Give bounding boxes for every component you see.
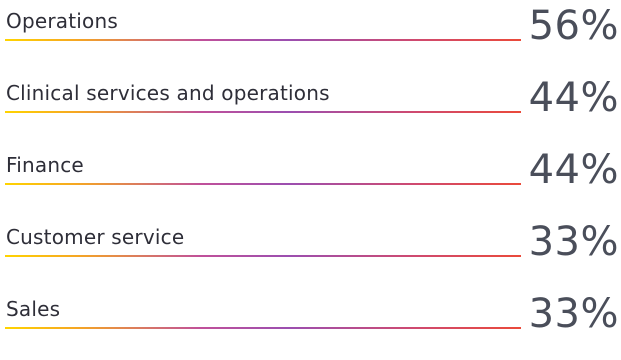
chart-row: Operations 56% xyxy=(0,0,621,72)
chart-row: Finance 44% xyxy=(0,144,621,216)
gradient-rule xyxy=(5,255,521,257)
gradient-rule xyxy=(5,183,521,185)
category-label: Clinical services and operations xyxy=(6,81,330,105)
category-label: Customer service xyxy=(6,225,185,249)
gradient-rule xyxy=(5,111,521,113)
value-label: 44% xyxy=(528,75,619,121)
chart-row: Sales 33% xyxy=(0,288,621,360)
value-label: 56% xyxy=(528,3,619,49)
chart: Operations 56% Clinical services and ope… xyxy=(0,0,621,360)
gradient-rule xyxy=(5,39,521,41)
category-label: Operations xyxy=(6,9,118,33)
chart-row: Clinical services and operations 44% xyxy=(0,72,621,144)
chart-row: Customer service 33% xyxy=(0,216,621,288)
gradient-rule xyxy=(5,327,521,329)
value-label: 33% xyxy=(528,219,619,265)
category-label: Finance xyxy=(6,153,84,177)
value-label: 44% xyxy=(528,147,619,193)
category-label: Sales xyxy=(6,297,61,321)
value-label: 33% xyxy=(528,291,619,337)
